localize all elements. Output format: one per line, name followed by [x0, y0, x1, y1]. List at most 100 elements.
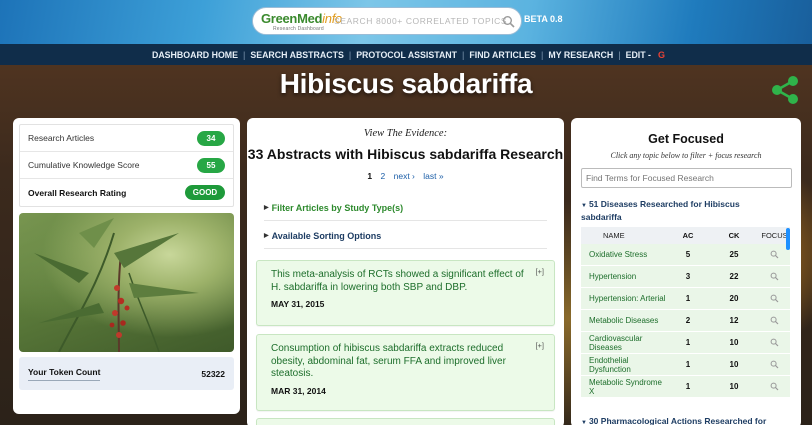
table-row[interactable]: Hypertension: Arterial 1 20 [581, 288, 790, 310]
page-2-link[interactable]: 2 [381, 171, 386, 181]
search-bar[interactable]: GreenMedinfo Research Dashboard SEARCH 8… [252, 7, 522, 35]
stat-badge: 55 [197, 157, 225, 173]
col-ac-header[interactable]: AC [667, 231, 709, 240]
search-icon[interactable] [502, 15, 516, 29]
col-name-header[interactable]: NAME [581, 231, 667, 240]
abstract-card[interactable]: This meta-analysis of RCTs showed a sign… [256, 260, 555, 326]
caret-right-icon: ▶ [264, 205, 269, 211]
nav-my-research[interactable]: MY RESEARCH [543, 50, 618, 60]
logo-text: GreenMed [261, 11, 323, 26]
rating-badge: GOOD [185, 185, 225, 200]
expand-button[interactable]: [+] [535, 341, 544, 350]
token-value: 52322 [201, 368, 225, 379]
table-row[interactable]: Metabolic Diseases 2 12 [581, 310, 790, 332]
nav-search-abstracts[interactable]: SEARCH ABSTRACTS [245, 50, 349, 60]
table-row[interactable]: Cardiovascular Diseases 1 10 [581, 332, 790, 354]
focus-search-input[interactable] [581, 168, 792, 188]
filter-study-type-toggle[interactable]: ▶ Filter Articles by Study Type(s) [264, 195, 547, 221]
main-nav: DASHBOARD HOME | SEARCH ABSTRACTS | PROT… [0, 44, 812, 65]
token-count: Your Token Count 52322 [19, 357, 234, 390]
disease-name[interactable]: Oxidative Stress [581, 250, 667, 259]
disease-name[interactable]: Metabolic Syndrome X [581, 378, 667, 396]
disease-name[interactable]: Hypertension [581, 272, 667, 281]
abstract-text[interactable]: This meta-analysis of RCTs showed a sign… [271, 269, 540, 294]
ac-value: 2 [685, 316, 691, 325]
stats-box: Research Articles 34 Cumulative Knowledg… [19, 124, 234, 207]
stat-label: Research Articles [28, 133, 95, 143]
abstract-text[interactable]: Consumption of hibiscus sabdariffa extra… [271, 343, 540, 381]
ac-value: 1 [685, 360, 691, 369]
nav-dashboard-home[interactable]: DASHBOARD HOME [147, 50, 243, 60]
abstract-card[interactable]: Consumption of hibiscus sabdariffa extra… [256, 334, 555, 411]
caret-down-icon: ▼ [581, 420, 587, 425]
ck-value: 25 [729, 250, 739, 259]
focus-search-icon[interactable] [759, 316, 790, 325]
disease-name[interactable]: Cardiovascular Diseases [581, 334, 667, 352]
ac-value: 5 [685, 250, 691, 259]
stat-knowledge-score[interactable]: Cumulative Knowledge Score 55 [20, 152, 233, 179]
focus-search-icon[interactable] [759, 250, 790, 259]
disease-name[interactable]: Metabolic Diseases [581, 316, 667, 325]
get-focused-subtitle: Click any topic below to filter + focus … [610, 151, 762, 160]
diseases-heading: 51 Diseases Researched for Hibiscus sabd… [581, 199, 740, 222]
abstract-card-partial[interactable] [256, 418, 555, 425]
table-row[interactable]: Metabolic Syndrome X 1 10 [581, 376, 790, 398]
google-translate-icon[interactable]: G [658, 50, 665, 60]
next-page-link[interactable]: next › [394, 171, 415, 181]
disease-name[interactable]: Endothelial Dysfunction [581, 356, 667, 374]
table-row[interactable]: Hypertension 3 22 [581, 266, 790, 288]
ac-value: 1 [685, 338, 691, 347]
top-banner: GreenMedinfo Research Dashboard SEARCH 8… [0, 0, 812, 44]
last-page-link[interactable]: last » [423, 171, 443, 181]
table-row[interactable]: Endothelial Dysfunction 1 10 [581, 354, 790, 376]
focus-search-icon[interactable] [759, 360, 790, 369]
pharm-actions-section-toggle[interactable]: ▼ 30 Pharmacological Actions Researched f… [581, 416, 791, 425]
page-title: Hibiscus sabdariffa [279, 68, 533, 99]
focus-search-icon[interactable] [759, 338, 790, 347]
col-ck-header[interactable]: CK [709, 231, 759, 240]
stat-badge: 34 [197, 130, 225, 146]
page-current: 1 [367, 171, 373, 181]
get-focused-title: Get Focused [648, 132, 724, 146]
pharm-actions-heading: 30 Pharmacological Actions Researched fo… [588, 416, 767, 425]
stat-label: Overall Research Rating [28, 187, 127, 198]
plant-image [19, 213, 234, 352]
ck-value: 12 [729, 316, 739, 325]
table-row[interactable]: Oxidative Stress 5 25 [581, 244, 790, 266]
focus-search-icon[interactable] [759, 294, 790, 303]
left-panel: Research Articles 34 Cumulative Knowledg… [13, 118, 240, 414]
view-evidence-label: View The Evidence: [363, 128, 448, 139]
ck-value: 10 [729, 338, 739, 347]
right-panel: Get Focused Click any topic below to fil… [571, 118, 801, 425]
diseases-table: NAME AC CK FOCUS Oxidative Stress 5 25 H… [581, 227, 790, 398]
logo[interactable]: GreenMedinfo [261, 11, 342, 26]
stat-research-articles[interactable]: Research Articles 34 [20, 125, 233, 152]
share-icon[interactable] [768, 73, 802, 107]
search-input[interactable]: SEARCH 8000+ CORRELATED TOPICS [334, 16, 507, 26]
table-header: NAME AC CK FOCUS [581, 227, 790, 244]
nav-protocol-assistant[interactable]: PROTOCOL ASSISTANT [351, 50, 462, 60]
ck-value: 22 [729, 272, 739, 281]
expand-button[interactable]: [+] [535, 267, 544, 276]
abstract-date: MAY 31, 2015 [271, 299, 325, 309]
disease-name[interactable]: Hypertension: Arterial [581, 294, 667, 303]
pagination: 1 2 next › last » [247, 171, 564, 181]
filter-label: Filter Articles by Study Type(s) [271, 202, 404, 213]
nav-edit[interactable]: EDIT - [621, 50, 656, 60]
diseases-section-toggle[interactable]: ▼ 51 Diseases Researched for Hibiscus sab… [581, 199, 781, 223]
focus-search-icon[interactable] [759, 382, 790, 391]
stat-research-rating[interactable]: Overall Research Rating GOOD [20, 179, 233, 206]
center-panel: View The Evidence: 33 Abstracts with Hib… [247, 118, 564, 425]
ac-value: 1 [685, 294, 691, 303]
beta-label: BETA 0.8 [524, 14, 563, 24]
table-scrollbar[interactable] [786, 228, 790, 250]
focus-search-icon[interactable] [759, 272, 790, 281]
sorting-options-toggle[interactable]: ▶ Available Sorting Options [264, 223, 547, 249]
nav-find-articles[interactable]: FIND ARTICLES [464, 50, 541, 60]
stat-label: Cumulative Knowledge Score [28, 160, 140, 170]
caret-down-icon: ▼ [581, 203, 587, 209]
abstract-date: MAR 31, 2014 [271, 385, 326, 396]
abstracts-heading: 33 Abstracts with Hibiscus sabdariffa Re… [247, 146, 564, 162]
plant-illustration [34, 218, 199, 352]
ac-value: 3 [685, 272, 691, 281]
